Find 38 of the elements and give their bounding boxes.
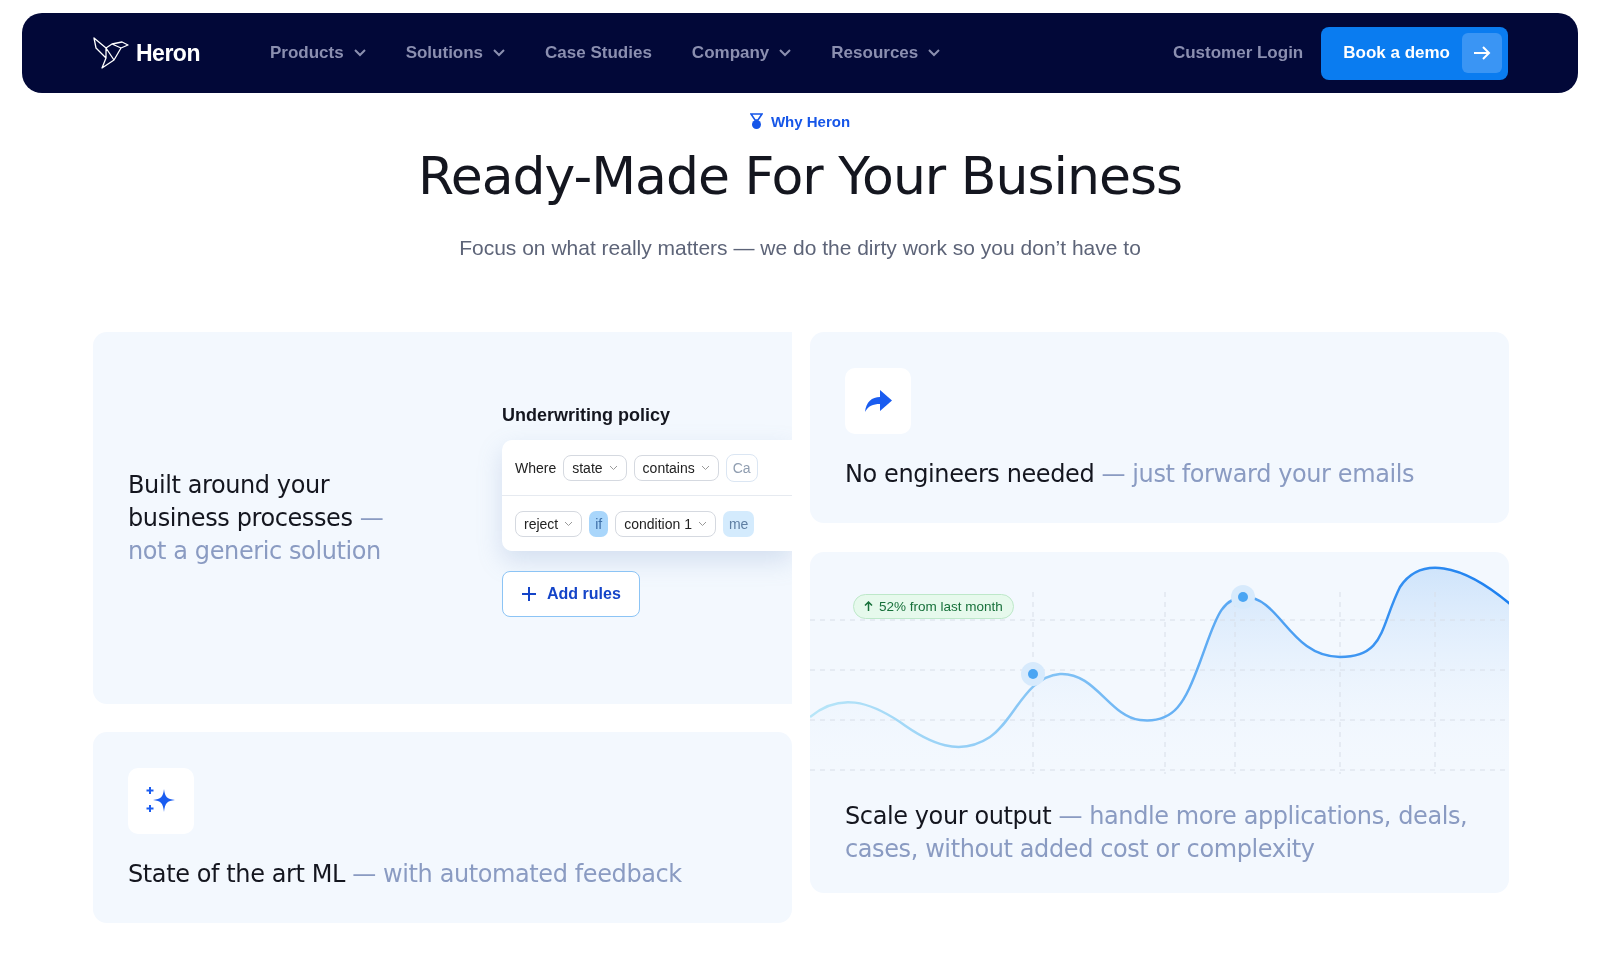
rule-label: Where bbox=[515, 459, 557, 476]
rule-keyword: me bbox=[722, 510, 755, 537]
rule-dropdown[interactable]: state bbox=[563, 454, 627, 481]
forward-arrow-icon bbox=[863, 388, 893, 414]
card-heading: Scale your output — handle more applications, deals, cases, without added cost or complexity bbox=[845, 801, 1469, 865]
rule-dropdown[interactable]: reject bbox=[515, 510, 583, 537]
data-point bbox=[1021, 662, 1045, 686]
plus-icon bbox=[521, 586, 537, 602]
section-eyebrow: Why Heron bbox=[770, 113, 851, 130]
card-heading: No engineers needed — just forward your emails bbox=[845, 459, 1416, 490]
nav-link[interactable]: Resources bbox=[831, 43, 941, 63]
rule-dropdown[interactable]: contains bbox=[633, 454, 719, 481]
rule-keyword: if bbox=[589, 510, 609, 537]
login-link[interactable]: Customer Login bbox=[1172, 43, 1304, 63]
bird-logo-icon bbox=[92, 36, 130, 70]
up-arrow-icon bbox=[864, 601, 873, 612]
policy-title: Underwriting policy bbox=[502, 405, 671, 426]
add-rules-button[interactable]: Add rules bbox=[502, 571, 640, 617]
rule-dropdown[interactable]: condition 1 bbox=[615, 510, 716, 537]
brand-name: Heron bbox=[136, 39, 200, 67]
nav-link[interactable]: Solutions bbox=[405, 43, 506, 63]
nav-link[interactable]: Products bbox=[269, 43, 366, 63]
chevron-icon bbox=[700, 464, 710, 471]
section-title: Ready-Made For Your Business bbox=[417, 146, 1183, 206]
section-subtitle: Focus on what really matters — we do the dirty work so you don’t have to bbox=[459, 236, 1141, 260]
card-heading: State of the art ML — with automated feedback bbox=[128, 859, 683, 890]
chevron-icon bbox=[697, 520, 707, 527]
medal-icon bbox=[749, 113, 763, 130]
arrow-right-icon bbox=[1473, 45, 1491, 61]
chevron-icon bbox=[564, 520, 574, 527]
nav-link[interactable]: Case Studies bbox=[545, 43, 652, 63]
growth-badge: 52% from last month bbox=[853, 594, 1014, 619]
chevron-icon bbox=[608, 464, 618, 471]
book-demo-button[interactable]: Book a demo bbox=[1321, 26, 1508, 80]
card-heading: Built around your business processes — not a generic solution bbox=[128, 469, 385, 567]
rule-value: Ca bbox=[725, 453, 758, 482]
nav-link[interactable]: Company bbox=[691, 43, 792, 63]
data-point bbox=[1231, 585, 1255, 609]
